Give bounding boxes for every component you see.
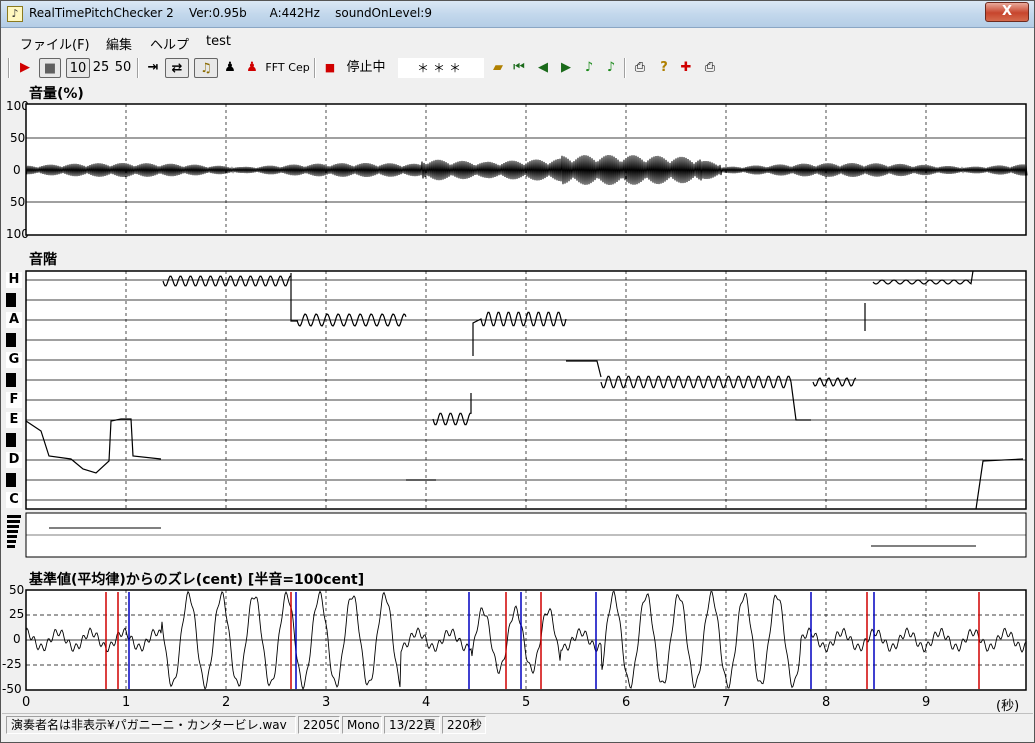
mini-map-key-icon	[7, 520, 20, 523]
status-duration: 220秒	[442, 716, 486, 734]
mini-map-key-icon	[7, 530, 18, 533]
scale-panel-frame	[25, 270, 1027, 510]
app-window: ♪ RealTimePitchChecker 2 Ver:0.95b A:442…	[0, 0, 1035, 743]
mini-map-key-icon	[7, 545, 15, 548]
plots-canvas	[7, 103, 1028, 691]
mini-map-key-icon	[7, 540, 16, 543]
status-page: 13/22頁	[384, 716, 440, 734]
status-rate: 22050	[298, 716, 340, 734]
status-bar: 演奏者名は非表示¥パガニーニ・カンタービレ.wav 22050 Mono 13/…	[2, 713, 1033, 736]
mini-map-key-icon	[7, 535, 17, 538]
mini-map-key-icon	[7, 515, 21, 518]
status-file: 演奏者名は非表示¥パガニーニ・カンタービレ.wav	[6, 716, 296, 734]
mini-map-key-icon	[7, 525, 19, 528]
status-channels: Mono	[342, 716, 382, 734]
